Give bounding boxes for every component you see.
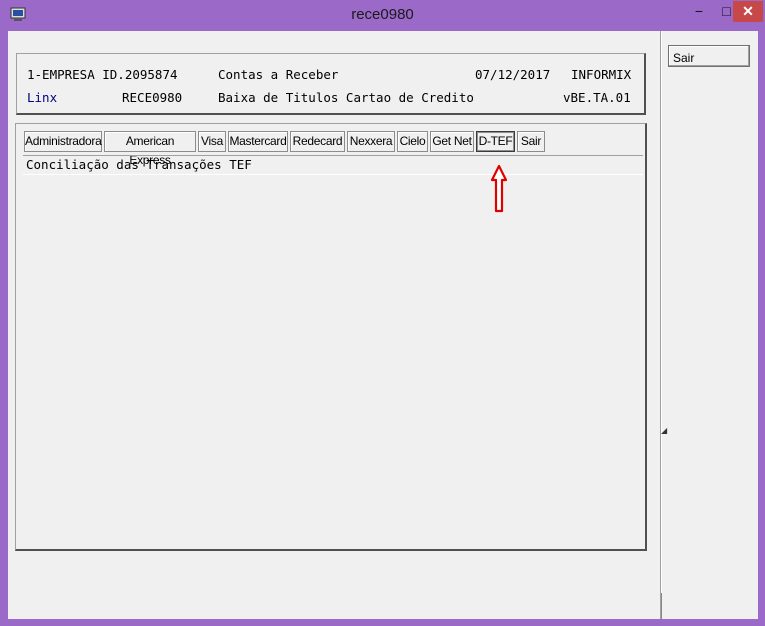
tab-d-tef[interactable]: D-TEF bbox=[476, 131, 515, 152]
tab-nexxera[interactable]: Nexxera bbox=[347, 131, 395, 152]
exit-button[interactable]: Sair bbox=[668, 45, 750, 67]
splitter-handle-icon[interactable]: ◢ bbox=[661, 426, 667, 435]
header-panel: 1-EMPRESA ID.2095874 Contas a Receber 07… bbox=[16, 53, 646, 115]
tab-get-net[interactable]: Get Net bbox=[430, 131, 474, 152]
module-name: Contas a Receber bbox=[218, 67, 339, 82]
program-version: vBE.TA.01 bbox=[563, 90, 631, 105]
window-title: rece0980 bbox=[351, 6, 414, 23]
content-panel: Administradora American Express Visa Mas… bbox=[15, 123, 647, 551]
current-date: 07/12/2017 bbox=[475, 67, 551, 82]
title-bar[interactable]: rece0980 − □ ✕ bbox=[0, 0, 765, 31]
main-area: 1-EMPRESA ID.2095874 Contas a Receber 07… bbox=[8, 31, 660, 619]
company-id: 1-EMPRESA ID.2095874 bbox=[27, 67, 178, 82]
program-code: RECE0980 bbox=[122, 90, 183, 105]
info-line: Conciliação das Transações TEF bbox=[23, 155, 643, 175]
tab-redecard[interactable]: Redecard bbox=[290, 131, 345, 152]
red-arrow-up-icon bbox=[490, 164, 508, 213]
minimize-button[interactable]: − bbox=[685, 1, 713, 22]
client-area: 1-EMPRESA ID.2095874 Contas a Receber 07… bbox=[8, 31, 758, 619]
tab-cielo[interactable]: Cielo bbox=[397, 131, 428, 152]
splitter-bottom-line bbox=[661, 593, 662, 619]
tab-visa[interactable]: Visa bbox=[198, 131, 226, 152]
tab-american-express[interactable]: American Express bbox=[104, 131, 196, 167]
app-window: rece0980 − □ ✕ 1-EMPRESA ID.2095874 Cont… bbox=[0, 0, 765, 626]
tab-sair[interactable]: Sair bbox=[517, 131, 545, 152]
close-button[interactable]: ✕ bbox=[733, 1, 763, 22]
panel-divider-highlight bbox=[661, 31, 662, 619]
tab-mastercard[interactable]: Mastercard bbox=[228, 131, 288, 152]
database-name: INFORMIX bbox=[571, 67, 632, 82]
program-description: Baixa de Titulos Cartao de Credito bbox=[218, 90, 474, 105]
tab-administradora[interactable]: Administradora bbox=[24, 131, 102, 152]
reconciliation-title: Conciliação das Transações TEF bbox=[26, 157, 252, 172]
brand-label: Linx bbox=[27, 90, 58, 105]
